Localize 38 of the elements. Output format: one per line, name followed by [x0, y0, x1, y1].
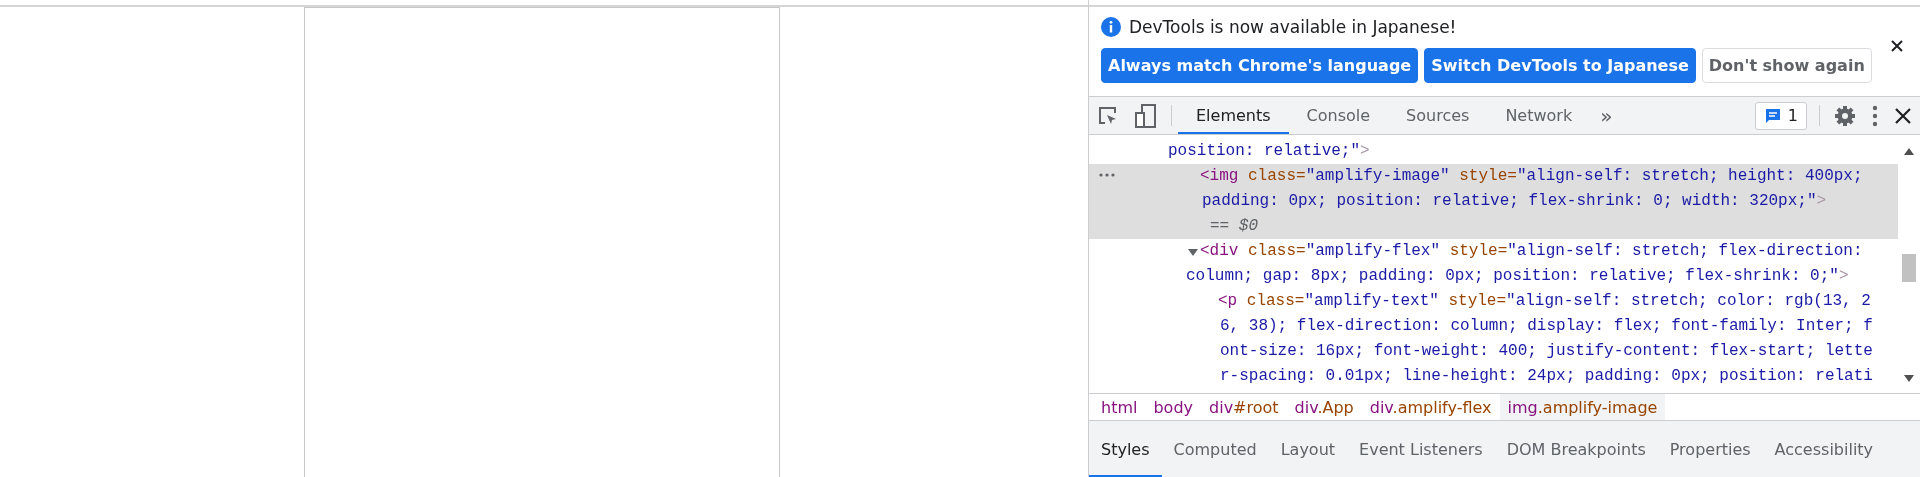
panel-tab[interactable]: Network — [1487, 97, 1591, 134]
breadcrumb-item[interactable]: div#root — [1201, 394, 1287, 420]
info-icon — [1101, 17, 1121, 37]
code-line: <img class="amplify-image" style="align-self: stretch; height: 400px; — [1200, 166, 1863, 187]
banner-button[interactable]: Always match Chrome's language — [1101, 48, 1419, 83]
scrollbar-thumb[interactable] — [1902, 254, 1916, 282]
breadcrumb-item[interactable]: html — [1093, 394, 1146, 420]
code-line: position: relative;"> — [1168, 141, 1370, 162]
sidebar-tab[interactable]: Event Listeners — [1347, 421, 1495, 477]
sidebar-tab[interactable]: Accessibility — [1762, 421, 1886, 477]
issues-badge[interactable]: 1 — [1754, 101, 1807, 130]
panel-tab[interactable]: Elements — [1178, 97, 1289, 134]
breadcrumb-item[interactable]: img.amplify-image — [1499, 394, 1666, 420]
banner-message: DevTools is now available in Japanese! — [1129, 17, 1457, 37]
sidebar-tab[interactable]: Styles — [1089, 421, 1162, 477]
node-reference: == $0 — [1210, 216, 1258, 237]
code-line: <p class="amplify-text" style="align-self: stretch; color: rgb(13, 2 — [1218, 291, 1871, 312]
sidebar-tab[interactable]: DOM Breakpoints — [1494, 421, 1658, 477]
close-button[interactable] — [1890, 39, 1904, 53]
code-line: padding: 0px; position: relative; flex-shrink: 0; width: 320px;"> — [1202, 191, 1827, 212]
code-line: <div class="amplify-flex" style="align-self: stretch; flex-direction: — [1200, 241, 1863, 262]
banner-button[interactable]: Don't show again — [1701, 48, 1872, 83]
expanded-arrow-icon[interactable] — [1188, 246, 1198, 257]
sidebar-tab[interactable]: Layout — [1268, 421, 1348, 477]
sidebar-tab[interactable]: Properties — [1657, 421, 1763, 477]
code-line: 6, 38); flex-direction: column; display: flex; font-family: Inter; f — [1220, 316, 1873, 337]
sidebar-tab[interactable]: Computed — [1161, 421, 1269, 477]
breadcrumb-item[interactable]: body — [1145, 394, 1202, 420]
panel-tab[interactable]: Sources — [1388, 97, 1488, 134]
more-tabs-button[interactable]: » — [1590, 97, 1623, 134]
code-line: column; gap: 8px; padding: 0px; position: relative; flex-shrink: 0;"> — [1186, 266, 1849, 287]
more-icon[interactable] — [1099, 173, 1115, 177]
code-line: r-spacing: 0.01px; line-height: 24px; padding: 0px; position: relati — [1220, 366, 1873, 387]
panel-tab[interactable]: Console — [1288, 97, 1389, 134]
breadcrumb-item[interactable]: div.App — [1286, 394, 1362, 420]
code-line: ont-size: 16px; font-weight: 400; justify-content: flex-start; lette — [1220, 341, 1873, 362]
breadcrumb-item[interactable]: div.amplify-flex — [1361, 394, 1500, 420]
banner-button[interactable]: Switch DevTools to Japanese — [1424, 48, 1696, 83]
